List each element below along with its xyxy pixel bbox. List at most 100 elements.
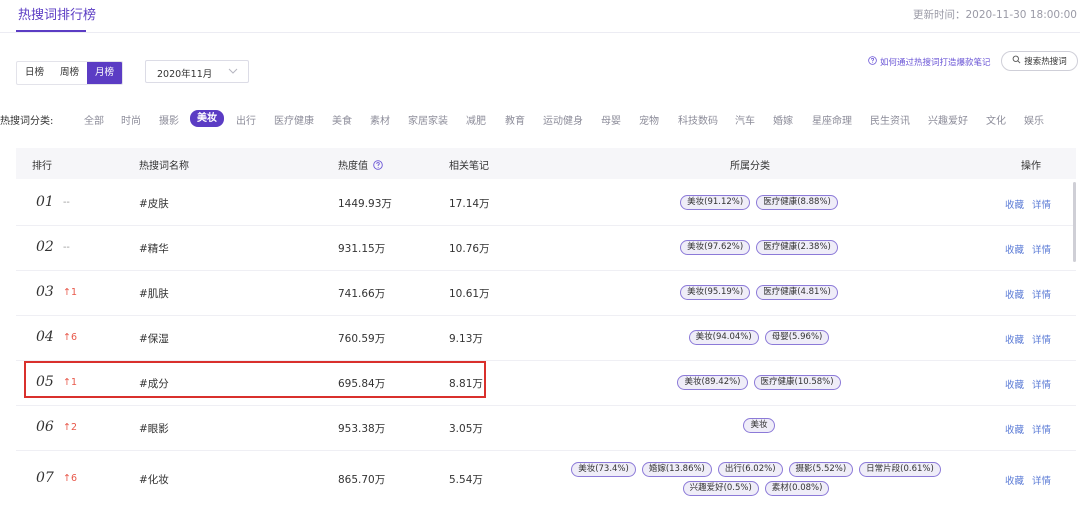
favorite-link[interactable]: 收藏 xyxy=(1005,473,1024,487)
category-tag: 美妆(95.19%) xyxy=(680,285,751,300)
keyword[interactable]: #化妆 xyxy=(139,472,169,487)
col-heat[interactable]: 热度值 xyxy=(338,157,383,173)
table-row: 06 ↑2 #眼影 953.38万 3.05万 美妆 收藏 详情 xyxy=(16,405,1076,451)
category-tag: 摄影(5.52%) xyxy=(788,462,854,477)
category-auto[interactable]: 汽车 xyxy=(735,112,755,127)
category-tag: 美妆(73.4%) xyxy=(571,462,636,477)
month-select[interactable]: 2020年11月 xyxy=(145,60,249,83)
favorite-link[interactable]: 收藏 xyxy=(1005,197,1024,211)
category-tag: 美妆(89.42%) xyxy=(677,375,748,390)
category-pets[interactable]: 宠物 xyxy=(639,112,659,127)
category-tags: 美妆(89.42%) 医疗健康(10.58%) xyxy=(509,375,1009,390)
detail-link[interactable]: 详情 xyxy=(1032,242,1051,256)
category-baby[interactable]: 母婴 xyxy=(601,112,621,127)
rank-trend: ↑6 xyxy=(63,473,78,484)
category-tech[interactable]: 科技数码 xyxy=(678,112,718,127)
rank-trend: ↑2 xyxy=(63,422,78,433)
detail-link[interactable]: 详情 xyxy=(1032,377,1051,391)
search-hot-label: 搜索热搜词 xyxy=(1024,57,1067,67)
col-heat-label: 热度值 xyxy=(338,161,368,172)
detail-link[interactable]: 详情 xyxy=(1032,332,1051,346)
category-tag: 出行(6.02%) xyxy=(717,462,783,477)
col-keyword: 热搜词名称 xyxy=(139,161,189,172)
category-astrology[interactable]: 星座命理 xyxy=(812,112,852,127)
category-tag: 母婴(5.96%) xyxy=(764,330,830,345)
category-food[interactable]: 美食 xyxy=(332,112,352,127)
rank-number: 02 xyxy=(36,239,54,255)
row-actions: 收藏 详情 xyxy=(1005,197,1051,211)
favorite-link[interactable]: 收藏 xyxy=(1005,422,1024,436)
category-material[interactable]: 素材 xyxy=(370,112,390,127)
category-home[interactable]: 家居家装 xyxy=(408,112,448,127)
category-tags: 美妆(91.12%) 医疗健康(8.88%) xyxy=(509,195,1009,210)
tab-month[interactable]: 月榜 xyxy=(87,62,123,84)
heat-value: 1449.93万 xyxy=(338,198,392,210)
notes-count: 17.14万 xyxy=(449,198,490,210)
category-fashion[interactable]: 时尚 xyxy=(121,112,141,127)
category-tags: 美妆(73.4%) 婚嫁(13.86%) 出行(6.02%) 摄影(5.52%)… xyxy=(556,462,956,496)
howto-link[interactable]: 如何通过热搜词打造爆款笔记 xyxy=(868,56,991,68)
category-medical[interactable]: 医疗健康 xyxy=(274,112,314,127)
table-row: 07 ↑6 #化妆 865.70万 5.54万 美妆(73.4%) 婚嫁(13.… xyxy=(16,450,1076,506)
detail-link[interactable]: 详情 xyxy=(1032,422,1051,436)
col-notes: 相关笔记 xyxy=(449,161,489,172)
col-ops: 操作 xyxy=(1021,161,1041,172)
rank-number: 04 xyxy=(36,329,54,345)
category-tag: 美妆(94.04%) xyxy=(688,330,759,345)
keyword[interactable]: #精华 xyxy=(139,241,169,256)
help-icon[interactable] xyxy=(373,160,383,173)
heat-value: 865.70万 xyxy=(338,474,386,486)
col-category: 所属分类 xyxy=(730,161,770,172)
table-header: 排行 热搜词名称 热度值 相关笔记 所属分类 操作 xyxy=(16,148,1076,179)
detail-link[interactable]: 详情 xyxy=(1032,287,1051,301)
detail-link[interactable]: 详情 xyxy=(1032,473,1051,487)
category-tags: 美妆(97.62%) 医疗健康(2.38%) xyxy=(509,240,1009,255)
category-culture[interactable]: 文化 xyxy=(986,112,1006,127)
favorite-link[interactable]: 收藏 xyxy=(1005,287,1024,301)
col-rank: 排行 xyxy=(32,161,52,172)
category-all[interactable]: 全部 xyxy=(84,112,104,127)
notes-count: 5.54万 xyxy=(449,474,483,486)
favorite-link[interactable]: 收藏 xyxy=(1005,242,1024,256)
table-row: 04 ↑6 #保湿 760.59万 9.13万 美妆(94.04%) 母婴(5.… xyxy=(16,315,1076,361)
highlight-box xyxy=(24,361,486,398)
category-fitness[interactable]: 运动健身 xyxy=(543,112,583,127)
category-label: 热搜词分类: xyxy=(0,116,54,127)
keyword[interactable]: #肌肤 xyxy=(139,286,169,301)
heat-value: 931.15万 xyxy=(338,243,386,255)
tab-week[interactable]: 周榜 xyxy=(52,62,87,84)
category-travel[interactable]: 出行 xyxy=(236,112,256,127)
table-row: 03 ↑1 #肌肤 741.66万 10.61万 美妆(95.19%) 医疗健康… xyxy=(16,270,1076,316)
help-icon xyxy=(868,56,877,68)
page-title[interactable]: 热搜词排行榜 xyxy=(18,4,96,23)
category-hobbies[interactable]: 兴趣爱好 xyxy=(928,112,968,127)
period-tabs: 日榜 周榜 月榜 xyxy=(16,61,124,85)
heat-value: 760.59万 xyxy=(338,333,386,345)
month-select-value: 2020年11月 xyxy=(157,69,213,80)
notes-count: 10.61万 xyxy=(449,288,490,300)
row-actions: 收藏 详情 xyxy=(1005,473,1051,487)
category-filter: 热搜词分类: 全部 时尚 摄影 美妆 出行 医疗健康 美食 素材 家居家装 减肥… xyxy=(0,110,1080,127)
rank-number: 03 xyxy=(36,284,54,300)
favorite-link[interactable]: 收藏 xyxy=(1005,332,1024,346)
rank-trend: -- xyxy=(63,197,70,208)
category-wedding[interactable]: 婚嫁 xyxy=(773,112,793,127)
row-actions: 收藏 详情 xyxy=(1005,287,1051,301)
category-news[interactable]: 民生资讯 xyxy=(870,112,910,127)
category-education[interactable]: 教育 xyxy=(505,112,525,127)
category-photography[interactable]: 摄影 xyxy=(159,112,179,127)
tab-day[interactable]: 日榜 xyxy=(17,62,52,84)
search-hot-button[interactable]: 搜索热搜词 xyxy=(1001,51,1078,71)
category-beauty[interactable]: 美妆 xyxy=(190,110,224,127)
howto-link-text: 如何通过热搜词打造爆款笔记 xyxy=(880,58,991,68)
keyword[interactable]: #眼影 xyxy=(139,421,169,436)
keyword[interactable]: #保湿 xyxy=(139,331,169,346)
detail-link[interactable]: 详情 xyxy=(1032,197,1051,211)
category-entertainment[interactable]: 娱乐 xyxy=(1024,112,1044,127)
scrollbar[interactable] xyxy=(1073,182,1076,262)
category-diet[interactable]: 减肥 xyxy=(466,112,486,127)
category-tag: 医疗健康(2.38%) xyxy=(756,240,838,255)
keyword[interactable]: #皮肤 xyxy=(139,196,169,211)
chevron-down-icon xyxy=(228,65,238,80)
favorite-link[interactable]: 收藏 xyxy=(1005,377,1024,391)
